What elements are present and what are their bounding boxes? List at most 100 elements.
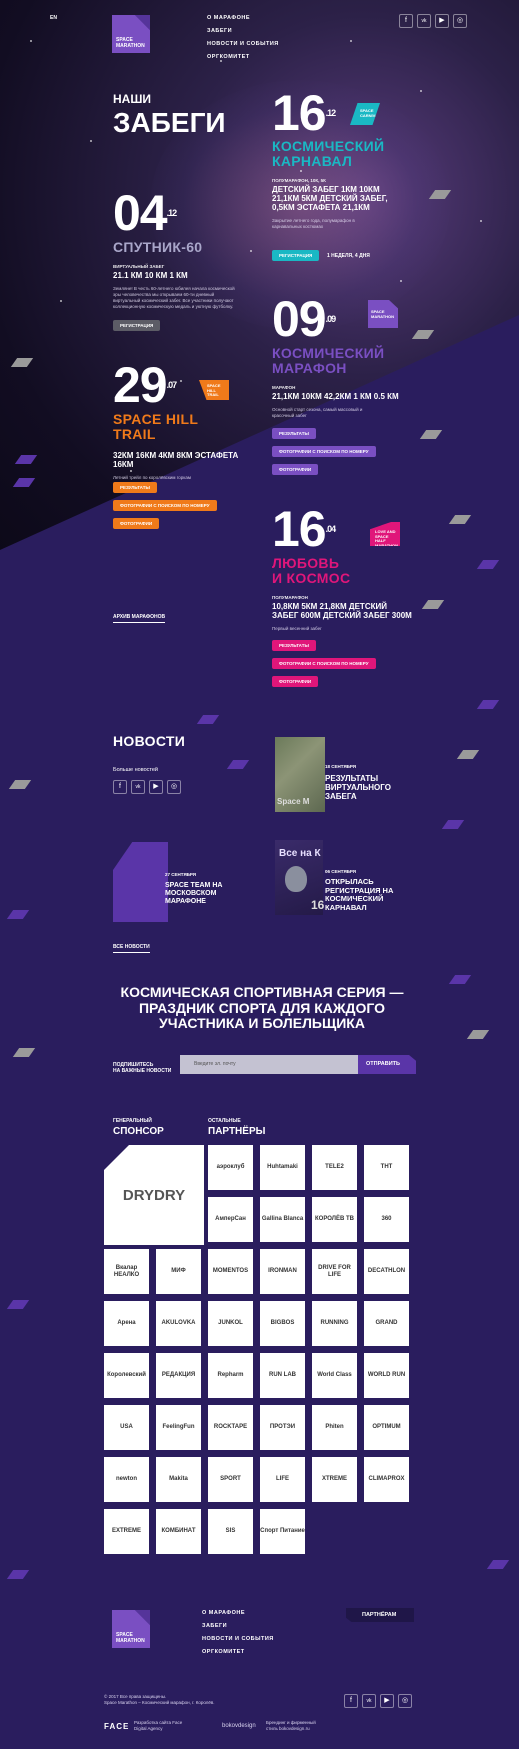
results-button[interactable]: РЕЗУЛЬТАТЫ: [272, 640, 316, 651]
partner-logo[interactable]: BIGBOS: [260, 1301, 305, 1346]
partner-logo[interactable]: ПРОТЭИ: [260, 1405, 305, 1450]
partner-logo[interactable]: МИФ: [156, 1249, 201, 1294]
partner-logo-text: USA: [120, 1424, 133, 1430]
nav-committee[interactable]: ОРГКОМИТЕТ: [207, 54, 279, 60]
partner-logo[interactable]: Makita: [156, 1457, 201, 1502]
partner-logo[interactable]: newton: [104, 1457, 149, 1502]
partner-logo[interactable]: AKULOVKA: [156, 1301, 201, 1346]
photos-button[interactable]: ФОТОГРАФИИ: [113, 518, 160, 529]
vk-icon[interactable]: vk: [417, 14, 431, 28]
results-button[interactable]: РЕЗУЛЬТАТЫ: [272, 428, 316, 439]
partner-logo[interactable]: World Class: [312, 1353, 357, 1398]
youtube-icon[interactable]: ▶: [149, 780, 163, 794]
youtube-icon[interactable]: ▶: [380, 1694, 394, 1708]
results-button[interactable]: РЕЗУЛЬТАТЫ: [113, 482, 157, 493]
facebook-icon[interactable]: f: [344, 1694, 358, 1708]
partner-logo[interactable]: OPTIMUM: [364, 1405, 409, 1450]
partner-logo[interactable]: WORLD RUN: [364, 1353, 409, 1398]
photos-button[interactable]: ФОТОГРАФИИ: [272, 464, 319, 475]
partner-logo[interactable]: USA: [104, 1405, 149, 1450]
race-date: 09.09: [272, 291, 336, 347]
photos-button[interactable]: ФОТОГРАФИИ: [272, 676, 319, 687]
race-card-hill-trail: 29.07 SPACE HILL TRAIL 32КМ 16КМ 4КМ 8КМ…: [113, 357, 263, 481]
all-news-link[interactable]: ВСЕ НОВОСТИ: [113, 944, 150, 953]
vk-icon[interactable]: vk: [362, 1694, 376, 1708]
photos-search-button[interactable]: ФОТОГРАФИИ С ПОИСКОМ ПО НОМЕРУ: [272, 446, 376, 457]
partner-logo[interactable]: Phiten: [312, 1405, 357, 1450]
instagram-icon[interactable]: ◎: [453, 14, 467, 28]
youtube-icon[interactable]: ▶: [435, 14, 449, 28]
facebook-icon[interactable]: f: [113, 780, 127, 794]
nav-about[interactable]: О МАРАФОНЕ: [207, 15, 279, 21]
nav-news[interactable]: НОВОСТИ И СОБЫТИЯ: [207, 41, 279, 47]
partner-logo[interactable]: КОМБИНАТ: [156, 1509, 201, 1554]
register-button[interactable]: РЕГИСТРАЦИЯ: [272, 250, 320, 261]
partner-logo[interactable]: JUNKOL: [208, 1301, 253, 1346]
facebook-icon[interactable]: f: [399, 14, 413, 28]
footer-nav-about[interactable]: О МАРАФОНЕ: [202, 1610, 274, 1616]
partner-logo[interactable]: ROCKTAPE: [208, 1405, 253, 1450]
partner-logo[interactable]: SIS: [208, 1509, 253, 1554]
partner-logo[interactable]: IRONMAN: [260, 1249, 305, 1294]
news-image[interactable]: Все на К 16: [275, 840, 324, 915]
partner-logo[interactable]: RUN LAB: [260, 1353, 305, 1398]
partner-logo[interactable]: 360: [364, 1197, 409, 1242]
news-date: 06 СЕНТЯБРЯ: [325, 869, 357, 874]
footer-nav-races[interactable]: ЗАБЕГИ: [202, 1623, 274, 1629]
photos-search-button[interactable]: ФОТОГРАФИИ С ПОИСКОМ ПО НОМЕРУ: [113, 500, 217, 511]
news-item[interactable]: 18 СЕНТЯБРЯ РЕЗУЛЬТАТЫ ВИРТУАЛЬНОГО ЗАБЕ…: [325, 764, 415, 801]
partner-logo[interactable]: Спорт Питание: [260, 1509, 305, 1554]
partner-logo[interactable]: SPORT: [208, 1457, 253, 1502]
partner-logo[interactable]: RUNNING: [312, 1301, 357, 1346]
partner-logo[interactable]: АмперСан: [208, 1197, 253, 1242]
photos-search-button[interactable]: ФОТОГРАФИИ С ПОИСКОМ ПО НОМЕРУ: [272, 658, 376, 669]
partner-logo[interactable]: TELE2: [312, 1145, 357, 1190]
partner-logo[interactable]: КОРОЛЁВ ТВ: [312, 1197, 357, 1242]
nav-races[interactable]: ЗАБЕГИ: [207, 28, 279, 34]
partner-logo[interactable]: аэроклуб: [208, 1145, 253, 1190]
developer-face-logo[interactable]: FACE: [104, 1722, 129, 1731]
footer-nav-news[interactable]: НОВОСТИ И СОБЫТИЯ: [202, 1636, 274, 1642]
partner-logo[interactable]: Арена: [104, 1301, 149, 1346]
subscribe-label: ПОДПИШИТЕСЬ НА ВАЖНЫЕ НОВОСТИ: [113, 1062, 172, 1074]
more-news-link[interactable]: Больше новостей: [113, 767, 158, 773]
email-input[interactable]: Введите эл. почту: [180, 1055, 360, 1074]
instagram-icon[interactable]: ◎: [398, 1694, 412, 1708]
partner-logo[interactable]: РЕДАКЦИЯ: [156, 1353, 201, 1398]
lang-switch[interactable]: EN: [50, 15, 57, 21]
partner-logo[interactable]: Huhtamaki: [260, 1145, 305, 1190]
footer-logo[interactable]: SPACE MARATHON: [112, 1610, 150, 1648]
news-image[interactable]: [113, 842, 168, 922]
register-button[interactable]: РЕГИСТРАЦИЯ: [113, 320, 161, 331]
partner-logo[interactable]: XTREME: [312, 1457, 357, 1502]
partner-logo[interactable]: Королевский: [104, 1353, 149, 1398]
partner-logo[interactable]: GRAND: [364, 1301, 409, 1346]
alien-icon: [285, 866, 307, 892]
archive-link[interactable]: АРХИВ МАРАФОНОВ: [113, 614, 166, 623]
partner-logo[interactable]: DECATHLON: [364, 1249, 409, 1294]
partner-logo[interactable]: FeelingFun: [156, 1405, 201, 1450]
partner-logo[interactable]: Repharm: [208, 1353, 253, 1398]
partner-logo[interactable]: CLIMAPROX: [364, 1457, 409, 1502]
news-image-text: Все на К: [279, 848, 321, 859]
partner-logo[interactable]: LIFE: [260, 1457, 305, 1502]
site-logo[interactable]: SPACE MARATHON: [112, 15, 150, 53]
footer-nav-committee[interactable]: ОРГКОМИТЕТ: [202, 1649, 274, 1655]
vk-icon[interactable]: vk: [131, 780, 145, 794]
news-image[interactable]: Space M: [275, 737, 325, 812]
race-date: 29.07: [113, 357, 177, 413]
developer-bokov-logo[interactable]: bokovdesign: [222, 1723, 256, 1729]
submit-button[interactable]: ОТПРАВИТЬ: [358, 1055, 416, 1074]
partner-logo[interactable]: Вкалар НЕАЛКО: [104, 1249, 149, 1294]
instagram-icon[interactable]: ◎: [167, 780, 181, 794]
news-item[interactable]: 06 СЕНТЯБРЯ ОТКРЫЛАСЬ РЕГИСТРАЦИЯ НА КОС…: [325, 869, 410, 912]
general-sponsor-logo[interactable]: DRYDRY: [104, 1145, 204, 1245]
partner-logo[interactable]: EXTREME: [104, 1509, 149, 1554]
news-item[interactable]: 27 СЕНТЯБРЯ SPACE TEAM НА МОСКОВСКОМ МАР…: [165, 872, 245, 906]
partners-button[interactable]: ПАРТНЁРАМ: [346, 1608, 414, 1622]
partner-logo[interactable]: Gallina Blanca: [260, 1197, 305, 1242]
partner-logo[interactable]: DRIVE FOR LIFE: [312, 1249, 357, 1294]
partner-logo[interactable]: MOMENTOS: [208, 1249, 253, 1294]
news-headline: РЕЗУЛЬТАТЫ ВИРТУАЛЬНОГО ЗАБЕГА: [325, 774, 391, 801]
partner-logo[interactable]: ТНТ: [364, 1145, 409, 1190]
